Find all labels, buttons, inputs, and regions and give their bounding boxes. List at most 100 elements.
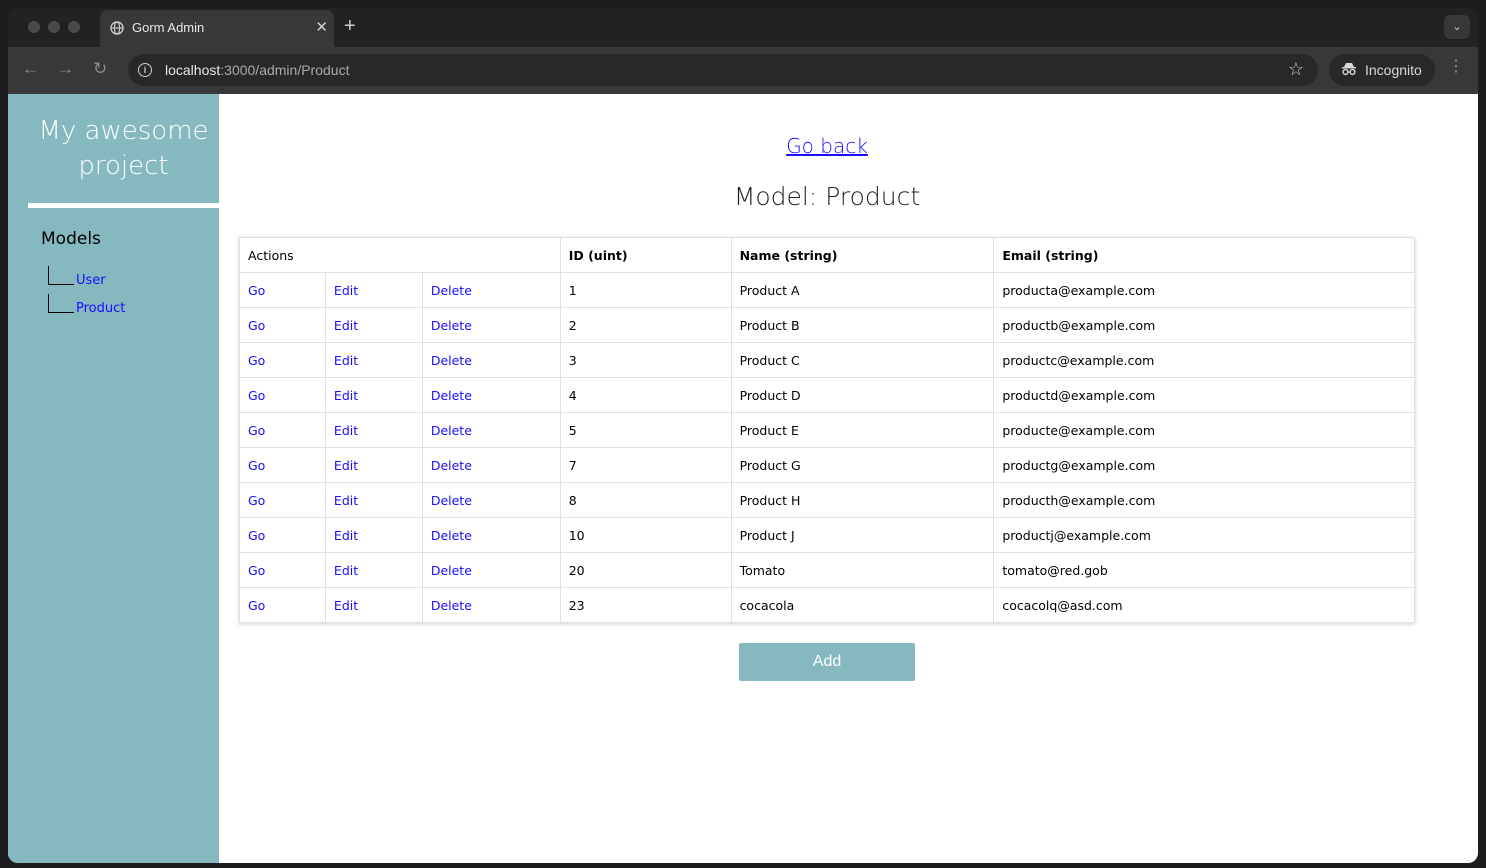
go-link[interactable]: Go [248, 388, 265, 403]
cell-id: 23 [559, 587, 732, 623]
edit-link[interactable]: Edit [334, 528, 358, 543]
go-link[interactable]: Go [248, 598, 265, 613]
edit-link[interactable]: Edit [334, 493, 358, 508]
records-table: Actions ID (uint) Name (string) Email (s… [239, 237, 1415, 623]
edit-link[interactable]: Edit [334, 388, 358, 403]
table-body: Go Edit Delete 1 Product Aproducta@example.c… [239, 272, 1415, 623]
cell-email: productc@example.com [993, 342, 1415, 378]
table-header-row: Actions ID (uint) Name (string) Email (s… [239, 237, 1415, 273]
tab-gorm-admin[interactable]: Gorm Admin ✕ [100, 10, 334, 47]
go-link[interactable]: Go [248, 318, 265, 333]
brand-divider [28, 203, 219, 208]
delete-link[interactable]: Delete [431, 423, 472, 438]
page-title: Model: Product [733, 182, 921, 211]
delete-link[interactable]: Delete [431, 388, 472, 403]
window-close-dot[interactable] [28, 21, 40, 33]
go-link[interactable]: Go [248, 353, 265, 368]
cell-name: Product H [730, 482, 995, 518]
cell-email: producta@example.com [993, 272, 1415, 308]
window-maximize-dot[interactable] [68, 21, 80, 33]
edit-link[interactable]: Edit [334, 353, 358, 368]
go-link[interactable]: Go [248, 283, 265, 298]
site-info-icon[interactable]: i [138, 63, 152, 77]
go-cell: Go [239, 307, 326, 343]
sidebar-link-user[interactable]: User [76, 273, 106, 288]
add-button[interactable]: Add [739, 643, 915, 681]
edit-link[interactable]: Edit [334, 563, 358, 578]
cell-email: productg@example.com [993, 447, 1415, 483]
cell-name: Product G [730, 447, 995, 483]
back-arrow-icon[interactable]: ← [22, 60, 39, 78]
edit-link[interactable]: Edit [334, 318, 358, 333]
delete-link[interactable]: Delete [431, 563, 472, 578]
go-link[interactable]: Go [248, 528, 265, 543]
bookmark-star-icon[interactable]: ☆ [1288, 59, 1304, 80]
sidebar-link-product[interactable]: Product [76, 301, 125, 316]
table-row: Go Edit Delete 4 Product Dproductd@example.c… [239, 377, 1415, 413]
window-minimize-dot[interactable] [48, 21, 60, 33]
delete-cell: Delete [421, 307, 561, 343]
delete-link[interactable]: Delete [431, 283, 472, 298]
edit-link[interactable]: Edit [334, 598, 358, 613]
table-row: Go Edit Delete 20 Tomato tomato@red.gob [239, 552, 1415, 588]
cell-name: Product J [730, 517, 995, 553]
cell-name: Product D [730, 377, 995, 413]
edit-cell: Edit [324, 587, 423, 623]
cell-name: cocacola [730, 587, 995, 623]
delete-cell: Delete [421, 447, 561, 483]
delete-link[interactable]: Delete [431, 598, 472, 613]
new-tab-plus-icon[interactable]: + [344, 16, 356, 36]
go-link[interactable]: Go [248, 423, 265, 438]
main-panel: Go back Model: Product Actions ID (uint)… [219, 94, 1478, 863]
go-cell: Go [239, 587, 326, 623]
address-bar[interactable]: i localhost:3000/admin/Product ☆ [128, 54, 1318, 86]
header-actions: Actions [239, 237, 561, 273]
tree-connector [48, 294, 74, 313]
url-text[interactable]: localhost:3000/admin/Product [165, 62, 349, 78]
page-content: My awesome project Models User Product G… [8, 94, 1478, 863]
cell-id: 20 [559, 552, 732, 588]
go-back-link[interactable]: Go back [786, 134, 868, 158]
edit-link[interactable]: Edit [334, 423, 358, 438]
table-row: Go Edit Delete 3 Product Cproductc@example.c… [239, 342, 1415, 378]
go-cell: Go [239, 517, 326, 553]
delete-cell: Delete [421, 552, 561, 588]
cell-email: producth@example.com [993, 482, 1415, 518]
edit-link[interactable]: Edit [334, 283, 358, 298]
models-heading: Models [41, 229, 101, 249]
tab-strip: Gorm Admin ✕ + ⌄ [8, 7, 1478, 47]
edit-cell: Edit [324, 307, 423, 343]
delete-cell: Delete [421, 517, 561, 553]
delete-link[interactable]: Delete [431, 493, 472, 508]
browser-toolbar: ← → ↻ i localhost:3000/admin/Product ☆ I… [8, 47, 1478, 94]
delete-link[interactable]: Delete [431, 318, 472, 333]
incognito-badge[interactable]: Incognito [1329, 54, 1435, 86]
url-path: :3000/admin/Product [220, 62, 350, 78]
delete-link[interactable]: Delete [431, 458, 472, 473]
edit-cell: Edit [324, 377, 423, 413]
go-cell: Go [239, 377, 326, 413]
go-cell: Go [239, 272, 326, 308]
more-menu-icon[interactable]: ⋮ [1448, 59, 1464, 75]
go-link[interactable]: Go [248, 493, 265, 508]
go-cell: Go [239, 552, 326, 588]
delete-link[interactable]: Delete [431, 528, 472, 543]
close-icon[interactable]: ✕ [315, 18, 328, 36]
delete-cell: Delete [421, 412, 561, 448]
reload-icon[interactable]: ↻ [93, 60, 107, 78]
tab-title: Gorm Admin [132, 20, 205, 35]
delete-cell: Delete [421, 482, 561, 518]
chevron-down-icon[interactable]: ⌄ [1444, 15, 1470, 39]
delete-link[interactable]: Delete [431, 353, 472, 368]
go-link[interactable]: Go [248, 458, 265, 473]
cell-name: Product B [730, 307, 995, 343]
cell-id: 2 [559, 307, 732, 343]
forward-arrow-icon[interactable]: → [57, 60, 74, 78]
edit-cell: Edit [324, 517, 423, 553]
header-name: Name (string) [730, 237, 995, 273]
go-link[interactable]: Go [248, 563, 265, 578]
table-row: Go Edit Delete 8 Product Hproducth@example.c… [239, 482, 1415, 518]
incognito-label: Incognito [1365, 62, 1422, 78]
edit-link[interactable]: Edit [334, 458, 358, 473]
edit-cell: Edit [324, 447, 423, 483]
